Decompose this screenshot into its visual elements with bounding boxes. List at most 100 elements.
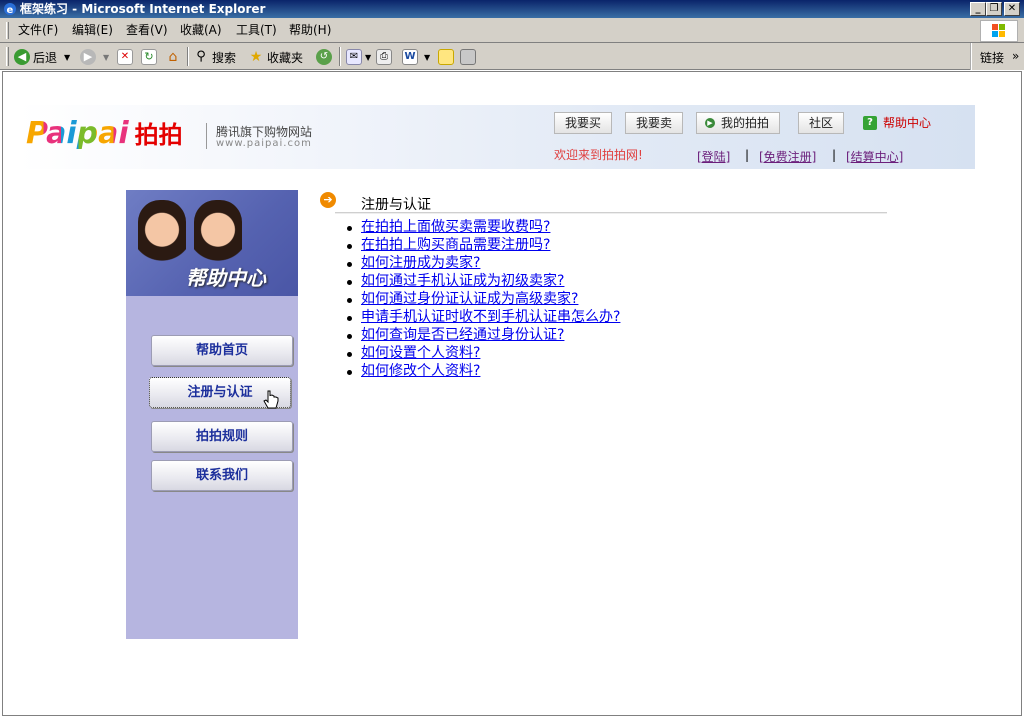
star-icon: ★ — [249, 49, 263, 65]
links-bar[interactable]: 链接 » — [970, 43, 1024, 70]
restore-button[interactable]: ❐ — [986, 2, 1002, 16]
link-separator: | — [832, 148, 837, 162]
question-icon: ? — [863, 115, 877, 130]
sidebar-rules[interactable]: 拍拍规则 — [151, 421, 293, 452]
history-icon[interactable]: ↺ — [316, 49, 332, 65]
menu-favorites[interactable]: 收藏(A) — [180, 23, 222, 37]
favorites-button[interactable]: ★ 收藏夹 — [248, 47, 303, 67]
menu-edit[interactable]: 编辑(E) — [72, 23, 113, 37]
list-item: 申请手机认证时收不到手机认证串怎么办? — [343, 308, 620, 326]
list-item: 如何通过手机认证成为初级卖家? — [343, 272, 620, 290]
search-label: 搜索 — [212, 50, 237, 65]
svg-text:e: e — [7, 5, 14, 16]
edit-dropdown-icon[interactable]: ▼ — [424, 53, 430, 62]
menu-bar: 文件(F) 编辑(E) 查看(V) 收藏(A) 工具(T) 帮助(H) — [0, 18, 1024, 43]
site-header: Paipai 拍拍 腾讯旗下购物网站 www.paipai.com 我要买 我要… — [18, 105, 975, 169]
menu-file[interactable]: 文件(F) — [18, 23, 58, 37]
logo-chinese: 拍拍 — [134, 121, 183, 149]
refresh-icon[interactable]: ↻ — [141, 49, 157, 65]
list-item: 如何通过身份证认证成为高级卖家? — [343, 290, 620, 308]
help-sidebar: 帮助中心 帮助首页 注册与认证 拍拍规则 联系我们 — [126, 190, 298, 639]
nav-sell[interactable]: 我要卖 — [625, 112, 683, 134]
search-button[interactable]: ⚲ 搜索 — [193, 47, 236, 67]
print-icon[interactable]: ⎙ — [376, 49, 392, 65]
logo-latin: Paipai — [26, 116, 129, 151]
edit-icon[interactable]: W — [402, 49, 418, 65]
play-icon: ▶ — [705, 118, 715, 128]
list-item: 在拍拍上面做买卖需要收费吗? — [343, 218, 620, 236]
paipai-logo[interactable]: Paipai 拍拍 — [26, 116, 183, 151]
stop-icon[interactable]: ✕ — [117, 49, 133, 65]
question-link[interactable]: 如何查询是否已经通过身份认证? — [361, 327, 564, 343]
back-button[interactable]: ◀ 后退 ▼ — [14, 47, 70, 67]
question-link[interactable]: 如何设置个人资料? — [361, 345, 480, 361]
nav-community[interactable]: 社区 — [798, 112, 844, 134]
sidebar-help-home[interactable]: 帮助首页 — [151, 335, 293, 366]
windows-logo-icon — [980, 20, 1018, 42]
menubar-grip — [6, 22, 9, 39]
nav-my-paipai[interactable]: ▶ 我的拍拍 — [696, 112, 780, 134]
help-center-link[interactable]: ? 帮助中心 — [863, 114, 931, 131]
login-link[interactable]: [登陆] — [697, 148, 730, 165]
question-link[interactable]: 申请手机认证时收不到手机认证串怎么办? — [361, 309, 620, 325]
home-icon[interactable]: ⌂ — [165, 49, 181, 65]
window-titlebar: e 框架练习 - Microsoft Internet Explorer _ ❐… — [0, 0, 1024, 18]
link-separator: | — [745, 148, 750, 162]
section-arrow-icon: ➔ — [320, 192, 336, 208]
back-dropdown-icon[interactable]: ▼ — [64, 53, 70, 62]
question-link[interactable]: 如何注册成为卖家? — [361, 255, 480, 271]
menu-tools[interactable]: 工具(T) — [236, 23, 277, 37]
question-link[interactable]: 如何修改个人资料? — [361, 363, 480, 379]
forward-dropdown-icon[interactable]: ▼ — [103, 53, 109, 62]
links-label: 链接 — [980, 51, 1005, 65]
menu-view[interactable]: 查看(V) — [126, 23, 168, 37]
register-link[interactable]: [免费注册] — [759, 148, 816, 165]
list-item: 如何修改个人资料? — [343, 362, 620, 380]
discuss-icon[interactable] — [438, 49, 454, 65]
checkout-link[interactable]: [结算中心] — [846, 148, 903, 165]
list-item: 在拍拍上购买商品需要注册吗? — [343, 236, 620, 254]
search-icon: ⚲ — [196, 49, 206, 64]
forward-arrow-icon: ▶ — [80, 49, 96, 65]
mail-dropdown-icon[interactable]: ▼ — [365, 53, 371, 62]
close-button[interactable]: ✕ — [1004, 2, 1020, 16]
site-url: www.paipai.com — [216, 138, 312, 149]
list-item: 如何注册成为卖家? — [343, 254, 620, 272]
logo-divider — [206, 123, 207, 149]
question-link[interactable]: 如何通过手机认证成为初级卖家? — [361, 273, 564, 289]
question-link[interactable]: 在拍拍上购买商品需要注册吗? — [361, 237, 550, 253]
toolbar-separator — [187, 47, 189, 66]
agent-photo — [194, 200, 242, 266]
welcome-text: 欢迎来到拍拍网! — [554, 148, 643, 162]
agent-photo — [138, 200, 186, 266]
sidebar-contact[interactable]: 联系我们 — [151, 460, 293, 491]
messenger-icon[interactable] — [460, 49, 476, 65]
links-chevron-icon[interactable]: » — [1012, 49, 1019, 63]
ie-icon: e — [4, 3, 16, 16]
standard-toolbar: ◀ 后退 ▼ ▶ ▼ ✕ ↻ ⌂ ⚲ 搜索 ★ 收藏夹 ↺ ✉ ▼ ⎙ W ▼ — [0, 43, 1024, 70]
question-link[interactable]: 在拍拍上面做买卖需要收费吗? — [361, 219, 550, 235]
menu-help[interactable]: 帮助(H) — [289, 23, 331, 37]
toolbar-separator — [339, 47, 341, 66]
mail-icon[interactable]: ✉ — [346, 49, 362, 65]
back-label: 后退 — [33, 50, 58, 65]
list-item: 如何设置个人资料? — [343, 344, 620, 362]
hand-cursor-icon — [263, 390, 279, 409]
browser-viewport: Paipai 拍拍 腾讯旗下购物网站 www.paipai.com 我要买 我要… — [2, 71, 1022, 716]
minimize-button[interactable]: _ — [970, 2, 986, 16]
sidebar-banner: 帮助中心 — [126, 190, 298, 296]
list-item: 如何查询是否已经通过身份认证? — [343, 326, 620, 344]
question-link[interactable]: 如何通过身份证认证成为高级卖家? — [361, 291, 578, 307]
help-center-label: 帮助中心 — [883, 116, 932, 130]
question-list: 在拍拍上面做买卖需要收费吗? 在拍拍上购买商品需要注册吗? 如何注册成为卖家? … — [343, 218, 620, 380]
nav-buy[interactable]: 我要买 — [554, 112, 612, 134]
toolbar-grip — [6, 47, 9, 66]
nav-my-paipai-label: 我的拍拍 — [720, 116, 769, 130]
favorites-label: 收藏夹 — [267, 50, 304, 65]
forward-button[interactable]: ▶ ▼ — [80, 47, 109, 67]
section-divider — [335, 212, 887, 214]
window-title: 框架练习 - Microsoft Internet Explorer — [20, 2, 266, 16]
back-arrow-icon: ◀ — [14, 49, 30, 65]
section-title: 注册与认证 — [361, 197, 431, 213]
sidebar-title: 帮助中心 — [186, 266, 266, 290]
